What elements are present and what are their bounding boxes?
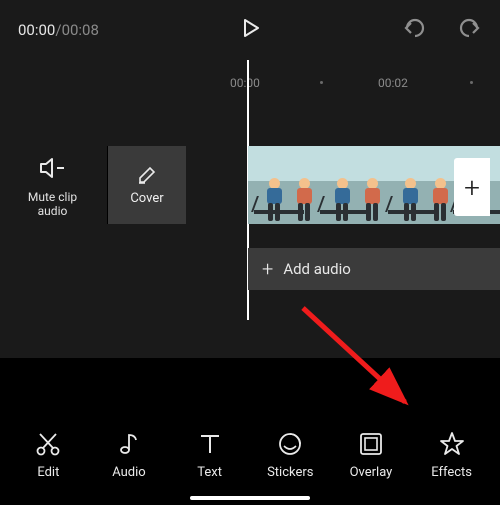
add-clip-button[interactable]: + [454,158,490,216]
overlay-icon [358,431,384,457]
tool-stickers[interactable]: Stickers [254,431,326,480]
star-icon [439,431,465,457]
undo-button[interactable] [402,17,428,43]
plus-icon: + [464,171,480,204]
undo-icon [402,17,428,39]
add-audio-label: Add audio [283,260,351,278]
music-note-icon [116,431,142,457]
redo-button[interactable] [456,17,482,43]
play-button[interactable] [238,16,262,44]
mute-audio-icon [39,156,67,180]
timeline-ruler[interactable]: 00:00 00:02 [0,60,500,98]
sticker-icon [277,431,303,457]
tool-overlay[interactable]: Overlay [335,431,407,480]
plus-icon: + [262,257,273,281]
scissors-icon [35,431,61,457]
ruler-dot [320,81,323,84]
pencil-icon [137,165,157,185]
home-indicator[interactable] [190,496,310,500]
text-icon [197,431,223,457]
mute-clip-audio-button[interactable]: Mute clip audio [20,156,85,218]
playback-time: 00:00/00:08 [18,21,99,39]
tool-edit[interactable]: Edit [12,431,84,480]
tool-text[interactable]: Text [174,431,246,480]
play-icon [238,16,262,40]
ruler-tick-1: 00:02 [378,76,408,90]
tool-effects[interactable]: Effects [416,431,488,480]
ruler-tick-0: 00:00 [230,76,260,90]
add-audio-button[interactable]: + Add audio [248,248,500,290]
tool-audio[interactable]: Audio [93,431,165,480]
timeline-editor[interactable]: Mute clip audio Cover + + Add audio [0,98,500,358]
cover-button[interactable]: Cover [108,146,186,224]
ruler-dot [470,81,473,84]
bottom-toolbar: Edit Audio Text Stickers Overlay Effects [0,411,500,505]
redo-icon [456,17,482,39]
